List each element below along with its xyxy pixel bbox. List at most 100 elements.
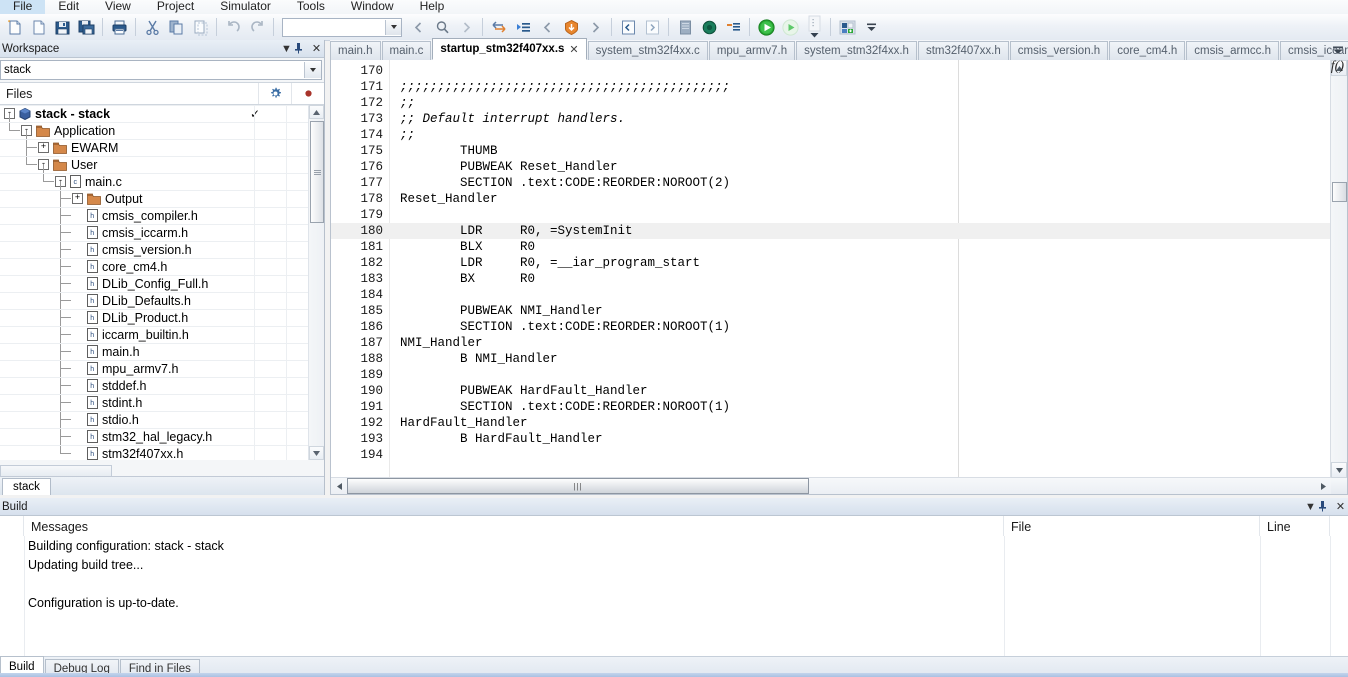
step-over-source-icon[interactable] xyxy=(640,15,664,39)
chevron-down-icon[interactable] xyxy=(304,62,321,78)
tree-item[interactable]: h DLib_Defaults.h xyxy=(0,292,309,309)
previous-bookmark-icon[interactable] xyxy=(535,15,559,39)
make-icon[interactable] xyxy=(673,15,697,39)
stop-build-icon[interactable] xyxy=(697,15,721,39)
next-bookmark-icon[interactable] xyxy=(583,15,607,39)
menu-item-project[interactable]: Project xyxy=(144,0,207,14)
build-menu-icon[interactable]: ▼ xyxy=(1303,501,1318,513)
tree-item[interactable]: h stdint.h xyxy=(0,394,309,411)
code-line[interactable]: 179 xyxy=(331,207,1331,223)
editor-tab-mpu-armv7-h[interactable]: mpu_armv7.h xyxy=(708,41,796,60)
close-icon[interactable]: ✕ xyxy=(569,43,578,56)
code-line[interactable]: 194 xyxy=(331,447,1331,463)
redo-icon[interactable] xyxy=(245,15,269,39)
tree-item[interactable]: h core_cm4.h xyxy=(0,258,309,275)
tree-item[interactable]: - Application xyxy=(0,122,309,139)
build-col-file[interactable]: File xyxy=(1004,516,1260,537)
toolbar-overflow-icon[interactable] xyxy=(859,15,883,39)
new-document-icon[interactable] xyxy=(2,15,26,39)
open-file-icon[interactable] xyxy=(26,15,50,39)
code-line[interactable]: 182 LDR R0, =__iar_program_start xyxy=(331,255,1331,271)
menu-item-tools[interactable]: Tools xyxy=(284,0,338,14)
tree-scrollbar-thumb[interactable] xyxy=(310,121,324,223)
build-message-row[interactable]: Building configuration: stack - stack xyxy=(0,536,1348,555)
editor-tab-cmsis-armcc-h[interactable]: cmsis_armcc.h xyxy=(1186,41,1279,60)
navigate-forward-icon[interactable] xyxy=(454,15,478,39)
flash-programmer-icon[interactable] xyxy=(835,15,859,39)
function-navigator-label[interactable]: f() xyxy=(1331,59,1344,75)
code-line[interactable]: 191 SECTION .text:CODE:REORDER:NOROOT(1) xyxy=(331,399,1331,415)
editor-vertical-scrollbar[interactable] xyxy=(1330,60,1347,478)
gear-icon[interactable] xyxy=(258,83,291,104)
code-line[interactable]: 170 xyxy=(331,63,1331,79)
menu-item-file[interactable]: File xyxy=(0,0,46,14)
tree-item[interactable]: h stm32f407xx.h xyxy=(0,445,309,460)
scroll-left-icon[interactable] xyxy=(331,479,347,494)
workspace-pin-icon[interactable] xyxy=(294,43,309,54)
save-icon[interactable] xyxy=(50,15,74,39)
tree-item[interactable]: h stddef.h xyxy=(0,377,309,394)
code-line[interactable]: 180 LDR R0, =SystemInit xyxy=(331,223,1331,239)
compile-icon[interactable] xyxy=(559,15,583,39)
code-line[interactable]: 181 BLX R0 xyxy=(331,239,1331,255)
code-line[interactable]: 190 PUBWEAK HardFault_Handler xyxy=(331,383,1331,399)
tree-item[interactable]: + Output xyxy=(0,190,309,207)
expand-icon[interactable]: + xyxy=(72,193,83,204)
code-line[interactable]: 185 PUBWEAK NMI_Handler xyxy=(331,303,1331,319)
tree-item[interactable]: h mpu_armv7.h xyxy=(0,360,309,377)
code-line[interactable]: 174;; xyxy=(331,127,1331,143)
scroll-up-icon[interactable] xyxy=(309,105,324,119)
code-line[interactable]: 178 Reset_Handler xyxy=(331,191,1331,207)
debug-without-download-icon[interactable] xyxy=(778,15,802,39)
editor-hscroll-thumb[interactable]: ||| xyxy=(347,478,809,494)
expand-icon[interactable]: + xyxy=(38,142,49,153)
paste-icon[interactable] xyxy=(188,15,212,39)
build-message-row[interactable]: Updating build tree... xyxy=(0,555,1348,574)
workspace-tab-stack[interactable]: stack xyxy=(2,478,51,495)
toggle-bookmark-icon[interactable] xyxy=(487,15,511,39)
code-line[interactable]: 184 xyxy=(331,287,1331,303)
step-into-source-icon[interactable] xyxy=(616,15,640,39)
tree-item[interactable]: h stm32_hal_legacy.h xyxy=(0,428,309,445)
tree-item[interactable]: h DLib_Config_Full.h xyxy=(0,275,309,292)
code-line[interactable]: 187 NMI_Handler xyxy=(331,335,1331,351)
copy-icon[interactable] xyxy=(164,15,188,39)
tree-item[interactable]: - stack - stack ✓ xyxy=(0,105,309,122)
status-dot-icon[interactable] xyxy=(291,83,324,104)
tab-overflow-icon[interactable] xyxy=(1330,42,1346,58)
build-messages-list[interactable]: Building configuration: stack - stack Upd… xyxy=(0,536,1348,657)
build-col-messages[interactable]: Messages xyxy=(24,516,1004,537)
editor-tab-main-c[interactable]: main.c xyxy=(381,41,432,60)
menu-item-help[interactable]: Help xyxy=(407,0,458,14)
quick-search-combo[interactable] xyxy=(282,17,402,37)
code-line[interactable]: 193 B HardFault_Handler xyxy=(331,431,1331,447)
cut-icon[interactable] xyxy=(140,15,164,39)
tree-item[interactable]: - User xyxy=(0,156,309,173)
editor-tab-system-stm32f4xx-h[interactable]: system_stm32f4xx.h xyxy=(796,41,917,60)
code-line[interactable]: 177 SECTION .text:CODE:REORDER:NOROOT(2) xyxy=(331,175,1331,191)
build-message-row[interactable] xyxy=(0,574,1348,593)
code-line[interactable]: 189 xyxy=(331,367,1331,383)
tree-item[interactable]: h main.h xyxy=(0,343,309,360)
undo-icon[interactable] xyxy=(221,15,245,39)
workspace-menu-icon[interactable]: ▼ xyxy=(279,43,294,55)
menu-item-simulator[interactable]: Simulator xyxy=(207,0,284,14)
menu-item-edit[interactable]: Edit xyxy=(45,0,92,14)
workspace-config-combo[interactable]: stack xyxy=(0,60,322,80)
scroll-down-icon[interactable] xyxy=(1331,462,1347,478)
tree-item[interactable]: h cmsis_version.h xyxy=(0,241,309,258)
tree-item[interactable]: h cmsis_compiler.h xyxy=(0,207,309,224)
code-line[interactable]: 183 BX R0 xyxy=(331,271,1331,287)
scroll-down-icon[interactable] xyxy=(309,446,324,460)
editor-tab-stm32f407xx-h[interactable]: stm32f407xx.h xyxy=(917,41,1009,60)
editor-tab-main-h[interactable]: main.h xyxy=(330,41,381,60)
code-line[interactable]: 172;; xyxy=(331,95,1331,111)
build-message-row[interactable]: Configuration is up-to-date. xyxy=(0,593,1348,612)
editor-tab-cmsis-version-h[interactable]: cmsis_version.h xyxy=(1009,41,1109,60)
code-line[interactable]: 192 HardFault_Handler xyxy=(331,415,1331,431)
tree-item[interactable]: h DLib_Product.h xyxy=(0,309,309,326)
code-line[interactable]: 171;;;;;;;;;;;;;;;;;;;;;;;;;;;;;;;;;;;;;… xyxy=(331,79,1331,95)
editor-tab-core-cm4-h[interactable]: core_cm4.h xyxy=(1109,41,1186,60)
quick-search-icon[interactable] xyxy=(430,15,454,39)
tree-item[interactable]: + EWARM xyxy=(0,139,309,156)
